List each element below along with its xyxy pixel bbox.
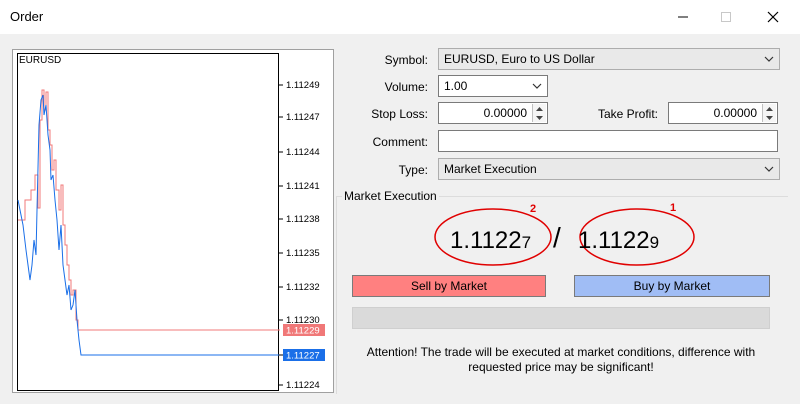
axis-tick-marks	[279, 84, 283, 386]
comment-input[interactable]	[438, 130, 778, 152]
buy-button-label: Buy by Market	[633, 279, 711, 293]
bid-line	[17, 94, 280, 356]
chart-svg: 1.11249 1.11247 1.11244 1.11241 1.11238 …	[17, 80, 325, 391]
take-profit-input[interactable]: 0.00000	[668, 102, 778, 124]
stop-loss-input[interactable]: 0.00000	[438, 102, 548, 124]
ask-price-tag: 1.11229	[286, 326, 320, 337]
symbol-label: Symbol:	[384, 53, 428, 67]
volume-value: 1.00	[444, 79, 468, 93]
maximize-icon	[721, 12, 731, 22]
bid-price-main: 1.1122	[450, 227, 522, 254]
ask-line	[18, 89, 280, 331]
ask-price-last-digit: 9	[649, 233, 660, 252]
stop-loss-spinner[interactable]	[532, 104, 546, 122]
take-profit-label: Take Profit:	[597, 107, 658, 121]
take-profit-spinner[interactable]	[762, 104, 776, 122]
bid-price-tag: 1.11227	[286, 351, 320, 362]
sell-button-label: Sell by Market	[410, 279, 488, 293]
volume-combobox[interactable]: 1.00	[438, 75, 548, 97]
y-tick-label: 1.11241	[286, 181, 320, 192]
price-separator: /	[553, 222, 561, 253]
y-tick-label: 1.11235	[286, 248, 320, 259]
y-tick-label: 1.11249	[286, 80, 320, 91]
chevron-down-icon	[764, 56, 774, 62]
bid-marker-number: 2	[530, 203, 537, 215]
spin-up-icon[interactable]	[763, 104, 776, 113]
tick-chart: EURUSD 1.11249 1.11247 1.11244 1.11241 1…	[12, 49, 334, 393]
comment-label: Comment:	[372, 135, 428, 149]
spin-up-icon[interactable]	[533, 104, 546, 113]
type-dropdown[interactable]: Market Execution	[438, 158, 780, 180]
buy-by-market-button[interactable]: Buy by Market	[574, 275, 770, 297]
stop-loss-value: 0.00000	[483, 106, 527, 120]
bid-price-last-digit: 7	[521, 233, 532, 252]
execution-progress-bar	[352, 307, 770, 329]
type-label: Type:	[398, 163, 428, 177]
close-button[interactable]	[750, 0, 796, 34]
take-profit-value: 0.00000	[713, 106, 757, 120]
y-tick-label: 1.11224	[286, 380, 320, 391]
symbol-dropdown[interactable]: EURUSD, Euro to US Dollar	[438, 48, 780, 70]
close-icon	[767, 11, 779, 23]
ask-price-main: 1.1122	[578, 227, 650, 254]
y-tick-label: 1.11230	[286, 315, 320, 326]
title-bar: Order	[0, 0, 800, 34]
minimize-icon	[678, 16, 688, 18]
ask-marker-number: 1	[670, 202, 677, 214]
symbol-value: EURUSD, Euro to US Dollar	[444, 52, 595, 66]
type-value: Market Execution	[444, 162, 537, 176]
bid-price: 1.11227	[450, 227, 531, 255]
execution-warning: Attention! The trade will be executed at…	[366, 345, 756, 374]
y-tick-label: 1.11232	[286, 282, 320, 293]
volume-label: Volume:	[384, 80, 428, 94]
ask-price: 1.11229	[578, 227, 659, 255]
chevron-down-icon	[532, 83, 542, 89]
spin-down-icon[interactable]	[533, 113, 546, 122]
stop-loss-label: Stop Loss:	[371, 107, 428, 121]
spin-down-icon[interactable]	[763, 113, 776, 122]
minimize-button[interactable]	[660, 0, 706, 34]
y-tick-label: 1.11247	[286, 112, 320, 123]
window-title: Order	[10, 9, 44, 24]
y-tick-label: 1.11238	[286, 214, 320, 225]
sell-by-market-button[interactable]: Sell by Market	[352, 275, 546, 297]
chevron-down-icon	[764, 166, 774, 172]
y-tick-label: 1.11244	[286, 147, 320, 158]
maximize-button[interactable]	[703, 0, 749, 34]
